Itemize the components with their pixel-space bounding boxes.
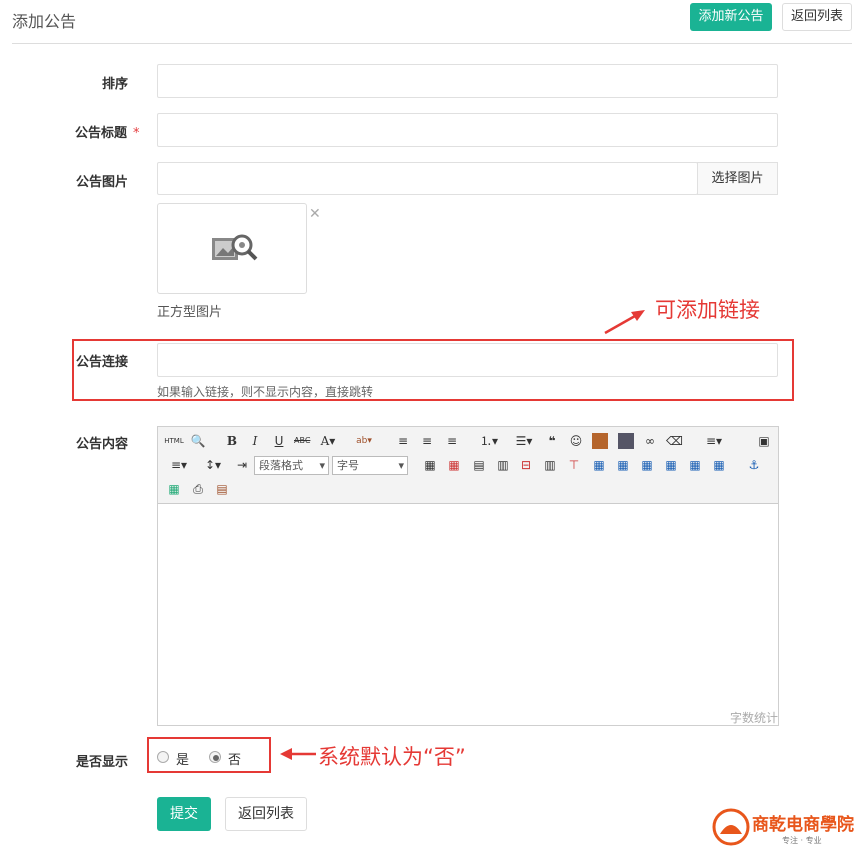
split-cols-icon[interactable]: ▦: [711, 457, 727, 473]
paragraph-spacing-icon[interactable]: ≡▾: [166, 457, 192, 473]
image-caption: 正方型图片: [157, 305, 223, 320]
align-center-icon[interactable]: ≡: [419, 433, 435, 449]
editor-toolbar: HTML 🔍 B I U ABC A▾ ab▾ ≡ ≡ ≡ ⒈▾ ☰▾ ❝ ☺ …: [158, 427, 778, 504]
image-search-icon: [212, 234, 258, 261]
line-height-icon[interactable]: ≡▾: [701, 433, 727, 449]
emoji-icon[interactable]: ☺: [568, 433, 584, 449]
link-input[interactable]: [157, 343, 778, 377]
delete-row-icon[interactable]: ⊟: [518, 457, 534, 473]
sort-input[interactable]: [157, 64, 778, 98]
video-icon[interactable]: [618, 433, 634, 449]
insert-row-icon[interactable]: ▥: [495, 457, 511, 473]
word-count: 字数统计: [730, 711, 779, 725]
submit-button[interactable]: 提交: [157, 797, 211, 831]
watermark-text: 商乾电商學院: [752, 815, 854, 835]
insert-col-icon[interactable]: ▥: [542, 457, 558, 473]
annotation-arrow-link: [604, 310, 645, 335]
link-icon[interactable]: ∞: [642, 433, 658, 449]
image-label: 公告图片: [75, 175, 128, 190]
delete-col-icon[interactable]: ⊤: [566, 457, 582, 473]
link-label: 公告连接: [75, 355, 128, 370]
header-divider: [12, 43, 852, 44]
image-preview-box[interactable]: [157, 203, 307, 294]
html-source-icon[interactable]: HTML: [164, 433, 184, 449]
anchor-icon[interactable]: ⚓: [746, 457, 762, 473]
italic-icon[interactable]: I: [247, 433, 263, 449]
watermark-subtext: 专注 · 专业: [782, 836, 822, 845]
required-mark: *: [133, 126, 140, 141]
fullscreen-icon[interactable]: ▣: [756, 433, 772, 449]
row-spacing-icon[interactable]: ↕▾: [200, 457, 226, 473]
merge-right-icon[interactable]: ▦: [615, 457, 631, 473]
template-icon[interactable]: ▦: [166, 481, 182, 497]
table-caption-icon[interactable]: ▤: [471, 457, 487, 473]
title-label: 公告标题 *: [75, 126, 140, 141]
strikethrough-icon[interactable]: ABC: [294, 433, 310, 449]
back-to-list-top-button[interactable]: 返回列表: [782, 3, 852, 31]
annotation-link-note: 可添加链接: [655, 298, 760, 322]
preview-icon[interactable]: 🔍: [190, 433, 206, 449]
print-icon[interactable]: ⎙: [190, 481, 206, 497]
watermark-logo: 商乾电商學院 专注 · 专业: [712, 806, 862, 850]
display-label: 是否显示: [75, 755, 128, 770]
indent-icon[interactable]: ⇥: [234, 457, 250, 473]
align-left-icon[interactable]: ≡: [395, 433, 411, 449]
unordered-list-icon[interactable]: ☰▾: [511, 433, 537, 449]
font-size-select[interactable]: 字号 ▾: [332, 456, 408, 475]
eraser-icon[interactable]: ⌫: [666, 433, 683, 449]
add-new-button[interactable]: 添加新公告: [690, 3, 772, 31]
merge-down-icon[interactable]: ▦: [639, 457, 655, 473]
sort-label: 排序: [101, 77, 128, 92]
watermark-emblem-icon: [712, 808, 750, 846]
split-cells-icon[interactable]: ▦: [663, 457, 679, 473]
paragraph-format-select[interactable]: 段落格式 ▾: [254, 456, 329, 475]
merge-cells-icon[interactable]: ▦: [591, 457, 607, 473]
remove-image-icon[interactable]: ✕: [309, 206, 321, 222]
delete-table-icon[interactable]: ▦: [446, 457, 462, 473]
page-title: 添加公告: [12, 12, 77, 31]
image-path-input[interactable]: [157, 162, 698, 195]
underline-icon[interactable]: U: [271, 433, 287, 449]
content-label: 公告内容: [75, 437, 128, 452]
insert-table-icon[interactable]: ▦: [422, 457, 438, 473]
paste-icon[interactable]: ▤: [214, 481, 230, 497]
blockquote-icon[interactable]: ❝: [544, 433, 560, 449]
display-no-radio[interactable]: [209, 751, 221, 763]
annotation-arrow-display: [280, 748, 316, 760]
display-yes-label[interactable]: 是: [176, 749, 189, 768]
display-yes-radio[interactable]: [157, 751, 169, 763]
back-to-list-bottom-button[interactable]: 返回列表: [225, 797, 307, 831]
highlight-icon[interactable]: ab▾: [351, 433, 377, 449]
image-icon[interactable]: [592, 433, 608, 449]
split-rows-icon[interactable]: ▦: [687, 457, 703, 473]
choose-image-button[interactable]: 选择图片: [697, 162, 778, 195]
title-input[interactable]: [157, 113, 778, 147]
bold-icon[interactable]: B: [224, 433, 240, 449]
align-right-icon[interactable]: ≡: [444, 433, 460, 449]
ordered-list-icon[interactable]: ⒈▾: [476, 433, 502, 449]
link-hint: 如果输入链接，则不显示内容，直接跳转: [157, 385, 374, 399]
annotation-display-note: 系统默认为“否”: [318, 745, 466, 769]
display-no-label[interactable]: 否: [228, 749, 241, 768]
font-color-icon[interactable]: A▾: [320, 433, 336, 449]
